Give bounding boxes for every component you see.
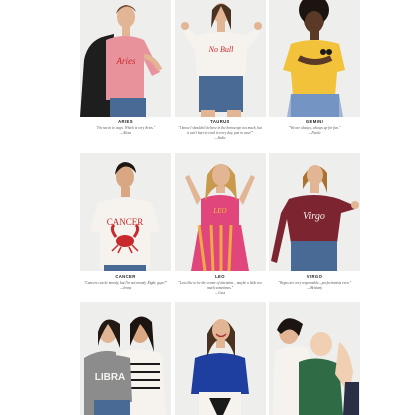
taurus-photo: No Bull [174, 0, 266, 117]
virgo-caption: VIRGO "Virgos are very responsible—perfe… [269, 274, 360, 290]
libra-photo: LIBRA [80, 302, 171, 415]
tile-libra[interactable]: LIBRA [80, 300, 171, 415]
tile-quote: "I know I shouldn't believe in the horos… [178, 126, 262, 135]
gemini-photo [269, 0, 360, 117]
scorpio-photo [174, 302, 266, 415]
taurus-caption: TAURUS "I know I shouldn't believe in th… [175, 119, 266, 140]
tile-author: —Nicole [308, 131, 321, 135]
sign-name: TAURUS [210, 119, 230, 124]
tile-author: —Brittany [307, 286, 322, 290]
cancer-caption: CANCER "Cancers can be moody, but I'm no… [80, 274, 171, 290]
tile-author: —Cass [214, 291, 226, 295]
virgo-shirt-text: Virgo [303, 211, 325, 222]
aries-photo: Aries [80, 0, 171, 117]
tile-author: —Sadie [214, 136, 226, 140]
sign-name: LEO [215, 274, 225, 279]
tile-author: —Alexa [119, 131, 132, 135]
leo-shirt-text: LEO [212, 207, 226, 215]
tile-aries[interactable]: Aries ARIES "I'm not in to ways. Which i… [80, 0, 171, 148]
tile-gemini[interactable]: GEMINI "We are always, always up for fun… [269, 0, 360, 148]
tile-leo[interactable]: LEO LEO "Leos like to be the center of a… [174, 148, 266, 300]
taurus-shirt-text: No Bull [207, 45, 233, 54]
sign-name: ARIES [118, 119, 133, 124]
gemini-caption: GEMINI "We are always, always up for fun… [269, 119, 360, 135]
aries-shirt-text: Aries [116, 56, 136, 66]
tile-author: —Jenny [119, 286, 132, 290]
cancer-photo: CANCER [80, 153, 171, 271]
libra-shirt-text: LIBRA [95, 372, 126, 383]
tile-cancer[interactable]: CANCER CANCER "Cancers can be moody, but… [80, 148, 171, 300]
sign-name: GEMINI [305, 119, 324, 124]
sign-name: VIRGO [306, 274, 323, 279]
virgo-photo: Virgo [269, 153, 360, 271]
aries-caption: ARIES "I'm not in to ways. Which is very… [80, 119, 171, 135]
tile-taurus[interactable]: No Bull TAURUS "I know I shouldn't belie… [174, 0, 266, 148]
tile-quote: "Leos like to be the center of attention… [178, 281, 262, 290]
tile-scorpio[interactable] [174, 300, 266, 415]
tile-sagittarius[interactable] [269, 300, 360, 415]
zodiac-tile-grid: Aries ARIES "I'm not in to ways. Which i… [80, 0, 360, 415]
sagittarius-photo [269, 302, 360, 415]
horoscope-lookbook-page: Aries ARIES "I'm not in to ways. Which i… [0, 0, 420, 415]
sign-name: CANCER [115, 274, 136, 279]
leo-photo: LEO [174, 153, 266, 271]
tile-virgo[interactable]: Virgo VIRGO "Virgos are very responsible… [269, 148, 360, 300]
leo-caption: LEO "Leos like to be the center of atten… [175, 274, 266, 295]
